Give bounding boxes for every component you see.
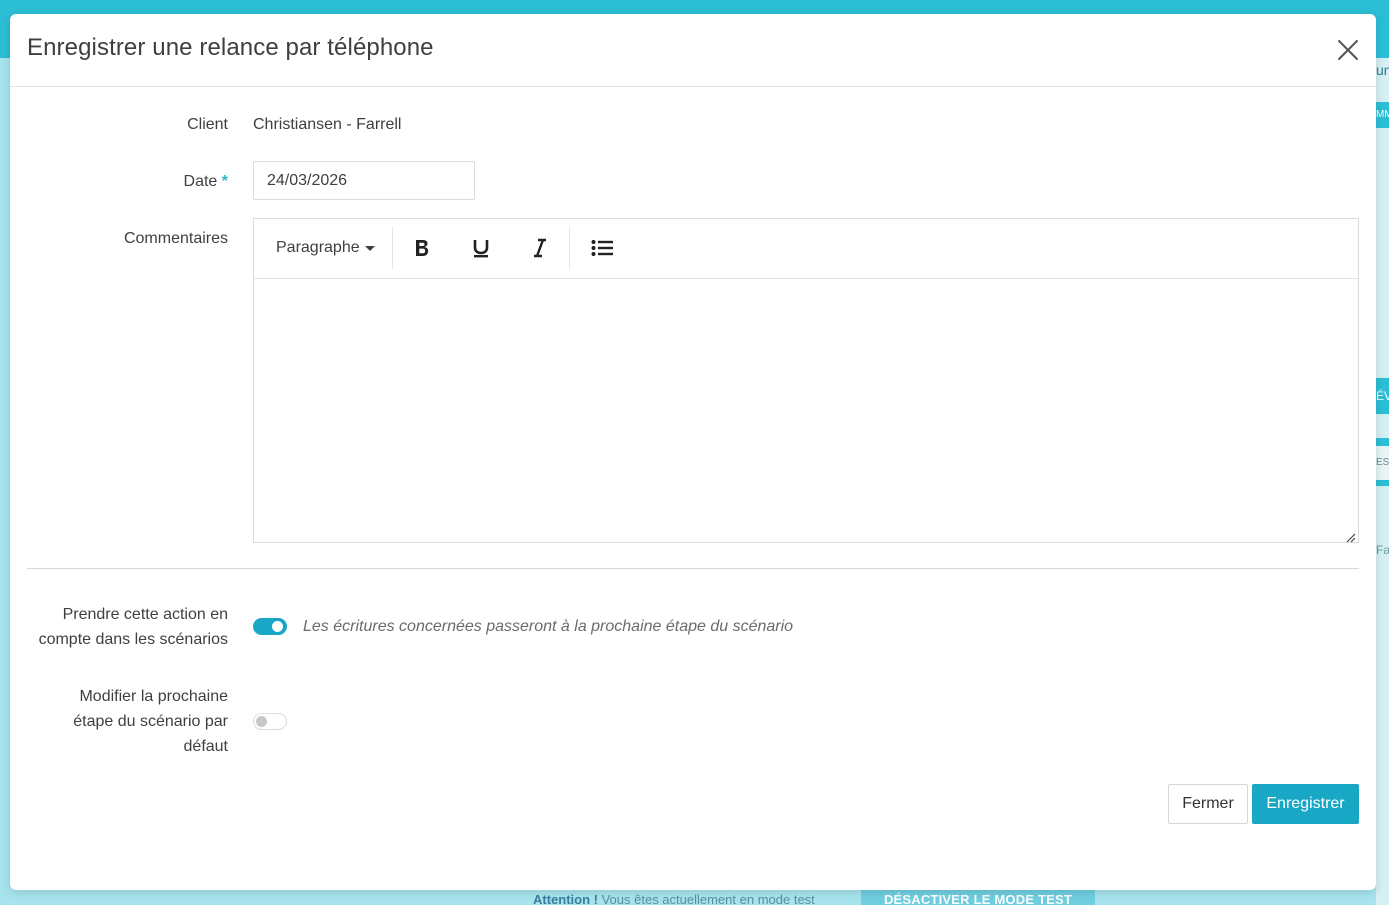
comments-textarea[interactable] (254, 279, 1358, 542)
modal-header: Enregistrer une relance par téléphone (10, 14, 1376, 87)
modify-next-step-label-line: Modifier la prochaine (79, 688, 228, 705)
close-icon[interactable] (1336, 38, 1360, 62)
scenario-action-label-line: compte dans les scénarios (38, 631, 228, 648)
modify-next-step-label-line: étape du scénario par (73, 713, 228, 730)
background-tag-fragment: ES (1376, 438, 1389, 486)
editor-toolbar: Paragraphe (254, 219, 1358, 279)
date-label: Date * (10, 169, 228, 194)
background-tag-fragment: ÉV (1376, 378, 1389, 414)
scenario-action-hint: Les écritures concernées passeront à la … (303, 618, 794, 635)
save-button[interactable]: Enregistrer (1252, 784, 1359, 824)
scenario-action-label-line: Prendre cette action en (62, 606, 228, 623)
comments-label: Commentaires (123, 230, 228, 247)
scenario-action-toggle[interactable] (253, 618, 287, 635)
bullet-list-icon[interactable] (585, 233, 619, 263)
underline-icon[interactable] (464, 233, 498, 263)
test-mode-warning: Attention ! Vous êtes actuellement en mo… (533, 892, 815, 905)
paragraph-format-label: Paragraphe (276, 239, 360, 256)
required-marker: * (221, 173, 228, 190)
client-label: Client (187, 116, 228, 133)
date-label-text: Date (183, 173, 218, 190)
test-mode-warning-bold: Attention ! (533, 892, 598, 905)
bold-icon[interactable] (405, 233, 439, 263)
background-text-fragment: un (1376, 62, 1389, 78)
scenario-action-label: Prendre cette action en compte dans les s… (10, 602, 228, 652)
background-text-fragment: Fa (1376, 543, 1389, 557)
close-button[interactable]: Fermer (1168, 784, 1248, 824)
resize-grip-icon[interactable] (1346, 530, 1356, 543)
relance-modal: Enregistrer une relance par téléphone Cl… (10, 14, 1376, 890)
modify-next-step-label-line: défaut (183, 738, 228, 755)
client-value: Christiansen - Farrell (253, 116, 402, 133)
toggle-knob (256, 716, 267, 727)
comments-editor: Paragraphe (253, 218, 1359, 543)
modify-next-step-toggle[interactable] (253, 713, 287, 730)
toolbar-separator (392, 227, 393, 269)
paragraph-format-dropdown[interactable]: Paragraphe (264, 233, 387, 263)
section-divider (27, 568, 1359, 569)
modify-next-step-label: Modifier la prochaine étape du scénario p… (10, 684, 228, 759)
background-tag-fragment: MM (1376, 102, 1389, 128)
deactivate-test-mode-button[interactable]: DÉSACTIVER LE MODE TEST (861, 890, 1095, 905)
toggle-knob (272, 621, 283, 632)
date-field[interactable] (253, 161, 475, 200)
toolbar-separator (569, 227, 570, 269)
test-mode-warning-text: Vous êtes actuellement en mode test (597, 892, 815, 905)
caret-down-icon (364, 245, 375, 251)
italic-icon[interactable] (523, 233, 557, 263)
modal-title: Enregistrer une relance par téléphone (27, 34, 434, 61)
